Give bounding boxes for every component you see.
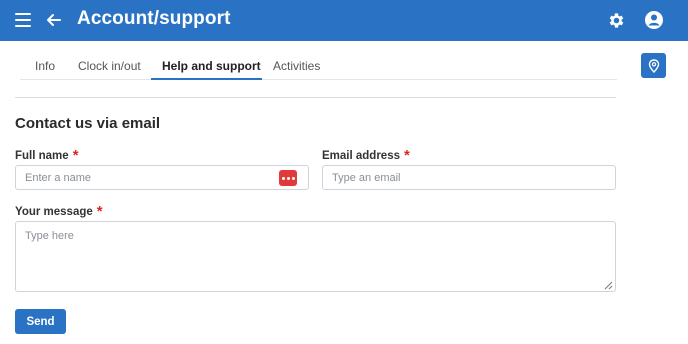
required-marker: * — [403, 147, 410, 164]
account-circle-icon[interactable] — [644, 10, 664, 30]
resize-handle-icon[interactable] — [604, 281, 613, 290]
email-input[interactable] — [322, 165, 616, 190]
tab-info[interactable]: Info — [35, 55, 55, 80]
tab-activities[interactable]: Activities — [273, 55, 320, 80]
map-pin-icon — [648, 58, 659, 73]
hamburger-menu-icon[interactable] — [15, 12, 33, 28]
app-bar: Account/support — [0, 0, 688, 41]
message-label: Your message * — [15, 203, 103, 220]
form-title: Contact us via email — [15, 115, 161, 132]
gear-icon[interactable] — [607, 11, 626, 30]
page-title: Account/support — [77, 8, 231, 29]
tab-clock-in-out[interactable]: Clock in/out — [78, 55, 141, 80]
location-button[interactable] — [641, 53, 666, 78]
required-marker: * — [72, 147, 79, 164]
tab-bar: Info Clock in/out Help and support Activ… — [20, 55, 617, 80]
tab-help-and-support[interactable]: Help and support — [151, 55, 262, 80]
required-marker: * — [96, 203, 103, 220]
full-name-label: Full name * — [15, 147, 79, 164]
more-options-icon[interactable] — [279, 170, 297, 186]
send-button[interactable]: Send — [15, 309, 66, 334]
message-textarea[interactable] — [15, 221, 616, 292]
back-arrow-icon[interactable] — [44, 9, 64, 31]
email-label: Email address * — [322, 147, 410, 164]
divider — [15, 97, 616, 98]
full-name-input[interactable] — [15, 165, 309, 190]
